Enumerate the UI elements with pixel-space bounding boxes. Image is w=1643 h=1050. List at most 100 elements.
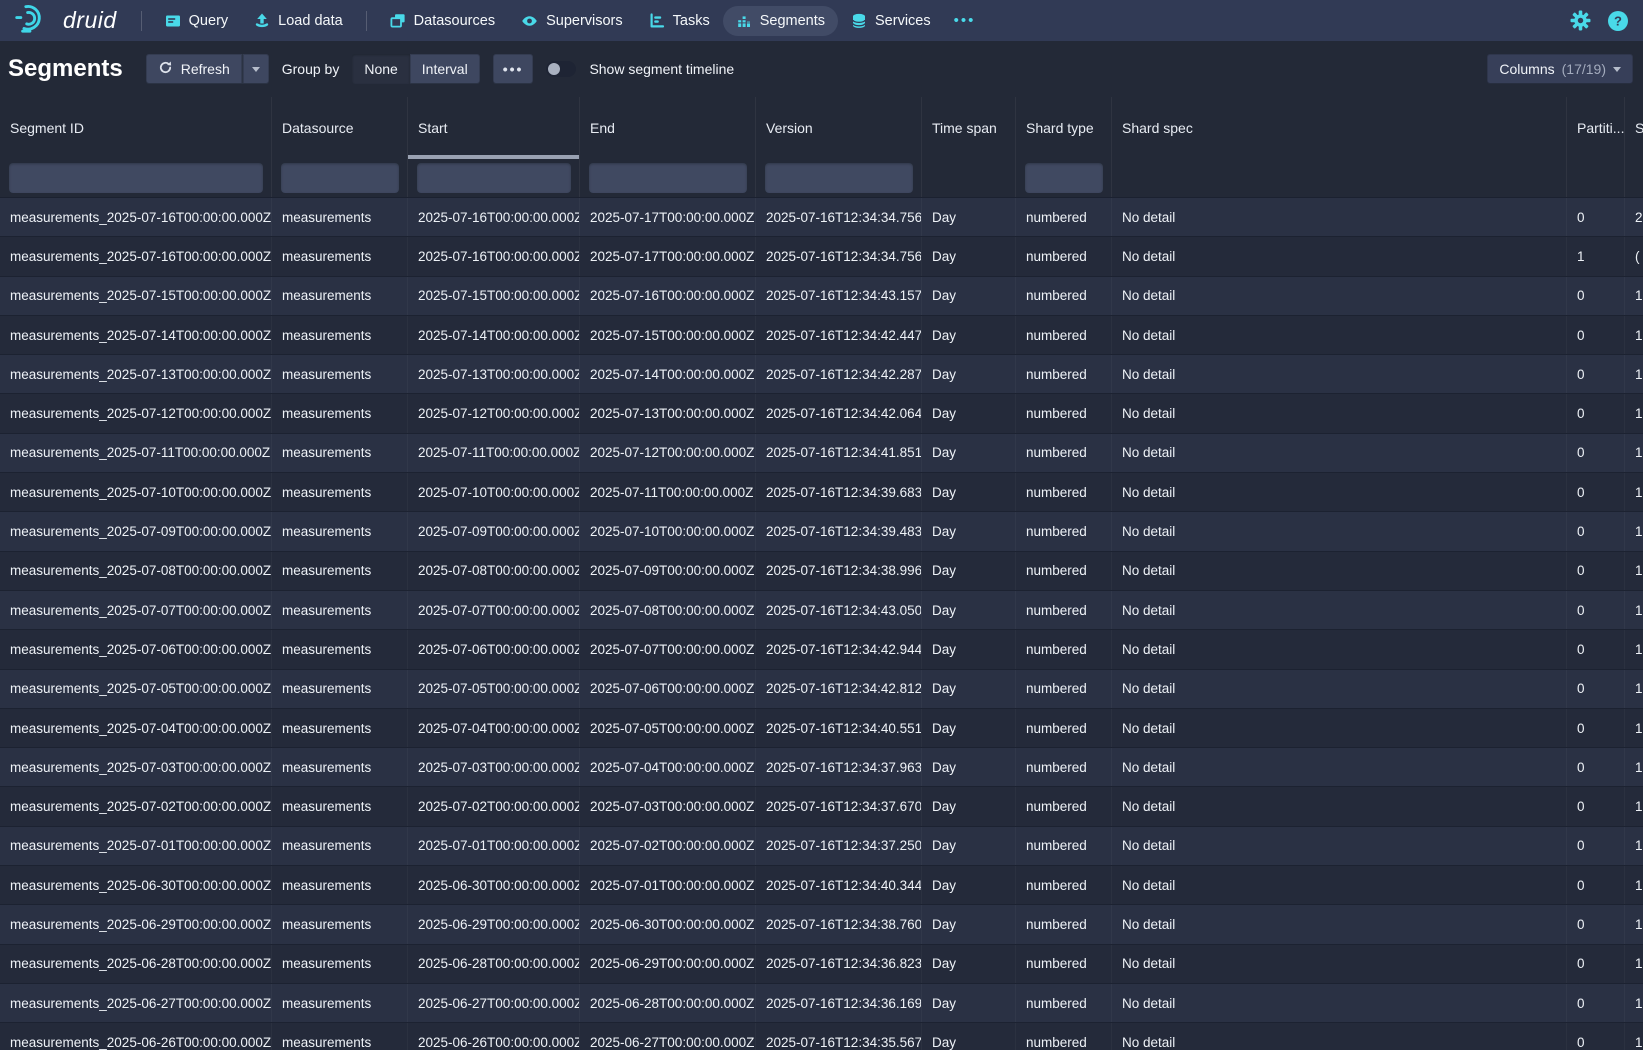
- cell-end[interactable]: 2025-07-06T00:00:00.000Z: [580, 670, 756, 708]
- cell-shard_spec[interactable]: No detail: [1112, 237, 1567, 275]
- cell-size[interactable]: 1: [1625, 552, 1643, 590]
- cell-start[interactable]: 2025-07-04T00:00:00.000Z: [408, 709, 580, 747]
- cell-version[interactable]: 2025-07-16T12:34:36.823Z: [756, 945, 922, 983]
- table-row[interactable]: measurements_2025-06-28T00:00:00.000Z...…: [0, 945, 1643, 984]
- table-row[interactable]: measurements_2025-07-04T00:00:00.000Z...…: [0, 709, 1643, 748]
- cell-version[interactable]: 2025-07-16T12:34:42.064Z: [756, 394, 922, 432]
- cell-datasource[interactable]: measurements: [272, 748, 408, 786]
- cell-shard_type[interactable]: numbered: [1016, 473, 1112, 511]
- cell-datasource[interactable]: measurements: [272, 866, 408, 904]
- cell-partition[interactable]: 0: [1567, 787, 1625, 825]
- cell-datasource[interactable]: measurements: [272, 905, 408, 943]
- cell-version[interactable]: 2025-07-16T12:34:38.996Z: [756, 552, 922, 590]
- cell-segment_id[interactable]: measurements_2025-07-16T00:00:00.000Z...: [0, 198, 272, 236]
- cell-time_span[interactable]: Day: [922, 552, 1016, 590]
- nav-more-button[interactable]: •••: [944, 12, 986, 29]
- table-row[interactable]: measurements_2025-07-06T00:00:00.000Z...…: [0, 630, 1643, 669]
- cell-shard_spec[interactable]: No detail: [1112, 277, 1567, 315]
- cell-partition[interactable]: 0: [1567, 552, 1625, 590]
- cell-start[interactable]: 2025-07-01T00:00:00.000Z: [408, 827, 580, 865]
- column-header-end[interactable]: End: [580, 97, 756, 159]
- cell-size[interactable]: 1: [1625, 905, 1643, 943]
- cell-datasource[interactable]: measurements: [272, 709, 408, 747]
- cell-start[interactable]: 2025-07-15T00:00:00.000Z: [408, 277, 580, 315]
- nav-item-tasks[interactable]: Tasks: [636, 6, 723, 36]
- cell-size[interactable]: 1: [1625, 434, 1643, 472]
- cell-datasource[interactable]: measurements: [272, 237, 408, 275]
- group-by-interval-button[interactable]: Interval: [410, 54, 480, 84]
- cell-end[interactable]: 2025-07-12T00:00:00.000Z: [580, 434, 756, 472]
- cell-version[interactable]: 2025-07-16T12:34:36.169Z: [756, 984, 922, 1022]
- cell-end[interactable]: 2025-07-07T00:00:00.000Z: [580, 630, 756, 668]
- cell-end[interactable]: 2025-07-10T00:00:00.000Z: [580, 512, 756, 550]
- table-row[interactable]: measurements_2025-07-03T00:00:00.000Z...…: [0, 748, 1643, 787]
- cell-size[interactable]: 1: [1625, 512, 1643, 550]
- cell-partition[interactable]: 0: [1567, 748, 1625, 786]
- cell-shard_spec[interactable]: No detail: [1112, 473, 1567, 511]
- cell-size[interactable]: (: [1625, 237, 1643, 275]
- cell-partition[interactable]: 0: [1567, 984, 1625, 1022]
- cell-segment_id[interactable]: measurements_2025-07-09T00:00:00.000Z...: [0, 512, 272, 550]
- cell-segment_id[interactable]: measurements_2025-07-14T00:00:00.000Z...: [0, 316, 272, 354]
- cell-segment_id[interactable]: measurements_2025-06-29T00:00:00.000Z...: [0, 905, 272, 943]
- cell-end[interactable]: 2025-06-28T00:00:00.000Z: [580, 984, 756, 1022]
- cell-start[interactable]: 2025-07-02T00:00:00.000Z: [408, 787, 580, 825]
- cell-end[interactable]: 2025-07-01T00:00:00.000Z: [580, 866, 756, 904]
- cell-partition[interactable]: 0: [1567, 670, 1625, 708]
- cell-shard_spec[interactable]: No detail: [1112, 552, 1567, 590]
- cell-datasource[interactable]: measurements: [272, 355, 408, 393]
- column-header-start[interactable]: Start: [408, 97, 580, 159]
- table-row[interactable]: measurements_2025-07-01T00:00:00.000Z...…: [0, 827, 1643, 866]
- cell-time_span[interactable]: Day: [922, 984, 1016, 1022]
- cell-start[interactable]: 2025-07-06T00:00:00.000Z: [408, 630, 580, 668]
- cell-shard_spec[interactable]: No detail: [1112, 670, 1567, 708]
- cell-datasource[interactable]: measurements: [272, 670, 408, 708]
- cell-datasource[interactable]: measurements: [272, 945, 408, 983]
- cell-start[interactable]: 2025-06-27T00:00:00.000Z: [408, 984, 580, 1022]
- cell-segment_id[interactable]: measurements_2025-07-05T00:00:00.000Z...: [0, 670, 272, 708]
- cell-version[interactable]: 2025-07-16T12:34:40.344Z: [756, 866, 922, 904]
- cell-end[interactable]: 2025-07-02T00:00:00.000Z: [580, 827, 756, 865]
- cell-datasource[interactable]: measurements: [272, 630, 408, 668]
- table-row[interactable]: measurements_2025-07-12T00:00:00.000Z...…: [0, 394, 1643, 433]
- cell-partition[interactable]: 0: [1567, 709, 1625, 747]
- cell-shard_type[interactable]: numbered: [1016, 670, 1112, 708]
- cell-end[interactable]: 2025-07-17T00:00:00.000Z: [580, 198, 756, 236]
- cell-datasource[interactable]: measurements: [272, 434, 408, 472]
- cell-size[interactable]: 1: [1625, 591, 1643, 629]
- cell-version[interactable]: 2025-07-16T12:34:42.447Z: [756, 316, 922, 354]
- refresh-button[interactable]: Refresh: [146, 54, 242, 84]
- cell-version[interactable]: 2025-07-16T12:34:37.250Z: [756, 827, 922, 865]
- cell-shard_spec[interactable]: No detail: [1112, 1023, 1567, 1050]
- filter-input-datasource[interactable]: [281, 163, 399, 193]
- columns-dropdown-button[interactable]: Columns (17/19): [1487, 54, 1633, 84]
- group-by-none-button[interactable]: None: [352, 54, 409, 84]
- cell-time_span[interactable]: Day: [922, 945, 1016, 983]
- cell-shard_type[interactable]: numbered: [1016, 866, 1112, 904]
- cell-shard_spec[interactable]: No detail: [1112, 434, 1567, 472]
- filter-input-segment_id[interactable]: [9, 163, 263, 193]
- cell-datasource[interactable]: measurements: [272, 316, 408, 354]
- table-row[interactable]: measurements_2025-06-29T00:00:00.000Z...…: [0, 905, 1643, 944]
- cell-partition[interactable]: 0: [1567, 905, 1625, 943]
- cell-partition[interactable]: 0: [1567, 198, 1625, 236]
- cell-start[interactable]: 2025-07-11T00:00:00.000Z: [408, 434, 580, 472]
- cell-time_span[interactable]: Day: [922, 670, 1016, 708]
- cell-shard_spec[interactable]: No detail: [1112, 866, 1567, 904]
- cell-shard_spec[interactable]: No detail: [1112, 394, 1567, 432]
- cell-end[interactable]: 2025-07-17T00:00:00.000Z: [580, 237, 756, 275]
- table-row[interactable]: measurements_2025-07-02T00:00:00.000Z...…: [0, 787, 1643, 826]
- cell-size[interactable]: 1: [1625, 787, 1643, 825]
- cell-start[interactable]: 2025-07-09T00:00:00.000Z: [408, 512, 580, 550]
- cell-size[interactable]: 1: [1625, 630, 1643, 668]
- cell-partition[interactable]: 0: [1567, 277, 1625, 315]
- cell-version[interactable]: 2025-07-16T12:34:38.760Z: [756, 905, 922, 943]
- cell-version[interactable]: 2025-07-16T12:34:43.050Z: [756, 591, 922, 629]
- cell-size[interactable]: 1: [1625, 277, 1643, 315]
- cell-end[interactable]: 2025-07-09T00:00:00.000Z: [580, 552, 756, 590]
- table-row[interactable]: measurements_2025-07-05T00:00:00.000Z...…: [0, 670, 1643, 709]
- cell-time_span[interactable]: Day: [922, 905, 1016, 943]
- table-row[interactable]: measurements_2025-07-08T00:00:00.000Z...…: [0, 552, 1643, 591]
- cell-time_span[interactable]: Day: [922, 748, 1016, 786]
- cell-datasource[interactable]: measurements: [272, 473, 408, 511]
